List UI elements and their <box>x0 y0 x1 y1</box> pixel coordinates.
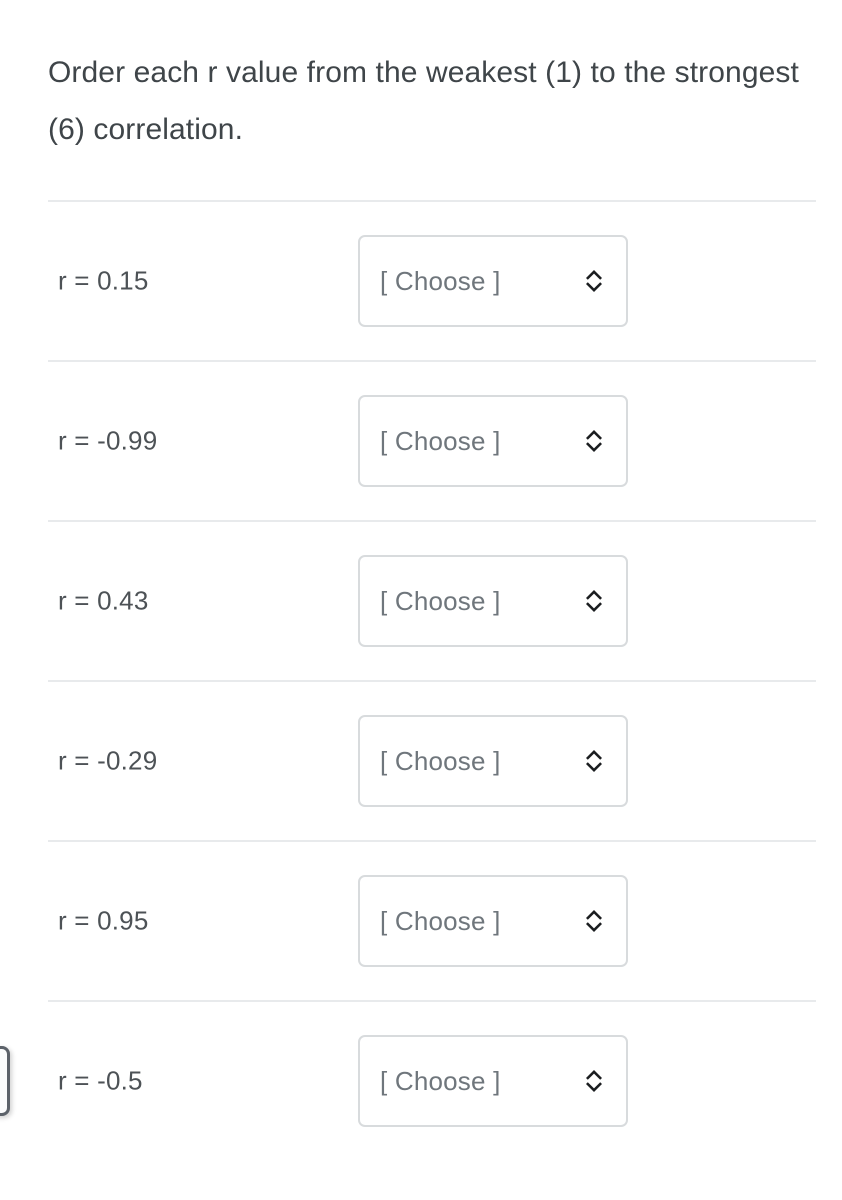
r-value-label: r = 0.43 <box>58 585 149 616</box>
answer-select-0[interactable]: [ Choose ] <box>358 235 628 327</box>
answer-select-value: [ Choose ] <box>380 745 501 776</box>
matching-row: r = -0.5 [ Choose ] <box>48 1000 816 1160</box>
up-down-chevron-icon <box>586 1070 602 1092</box>
r-value-label: r = -0.5 <box>58 1065 143 1096</box>
r-value-label: r = -0.29 <box>58 745 158 776</box>
matching-row: r = 0.15 [ Choose ] <box>48 200 816 360</box>
up-down-chevron-icon <box>586 430 602 452</box>
answer-select-1[interactable]: [ Choose ] <box>358 395 628 487</box>
answer-select-5[interactable]: [ Choose ] <box>358 1035 628 1127</box>
up-down-chevron-icon <box>586 910 602 932</box>
r-value-label: r = -0.99 <box>58 425 158 456</box>
answer-select-2[interactable]: [ Choose ] <box>358 555 628 647</box>
offscreen-panel-edge[interactable] <box>0 1046 10 1116</box>
r-value-label: r = 0.95 <box>58 905 149 936</box>
matching-row: r = 0.43 [ Choose ] <box>48 520 816 680</box>
answer-select-value: [ Choose ] <box>380 425 501 456</box>
answer-select-value: [ Choose ] <box>380 585 501 616</box>
matching-row: r = -0.99 [ Choose ] <box>48 360 816 520</box>
answer-select-value: [ Choose ] <box>380 905 501 936</box>
answer-select-value: [ Choose ] <box>380 265 501 296</box>
question-prompt: Order each r value from the weakest (1) … <box>48 56 799 146</box>
up-down-chevron-icon <box>586 270 602 292</box>
answer-select-3[interactable]: [ Choose ] <box>358 715 628 807</box>
question-page: Order each r value from the weakest (1) … <box>0 0 842 1200</box>
answer-select-value: [ Choose ] <box>380 1065 501 1096</box>
matching-rows-list: r = 0.15 [ Choose ] r = -0.99 [ Choose ] <box>0 200 842 1160</box>
r-value-label: r = 0.15 <box>58 265 149 296</box>
matching-row: r = -0.29 [ Choose ] <box>48 680 816 840</box>
up-down-chevron-icon <box>586 750 602 772</box>
answer-select-4[interactable]: [ Choose ] <box>358 875 628 967</box>
matching-row: r = 0.95 [ Choose ] <box>48 840 816 1000</box>
up-down-chevron-icon <box>586 590 602 612</box>
